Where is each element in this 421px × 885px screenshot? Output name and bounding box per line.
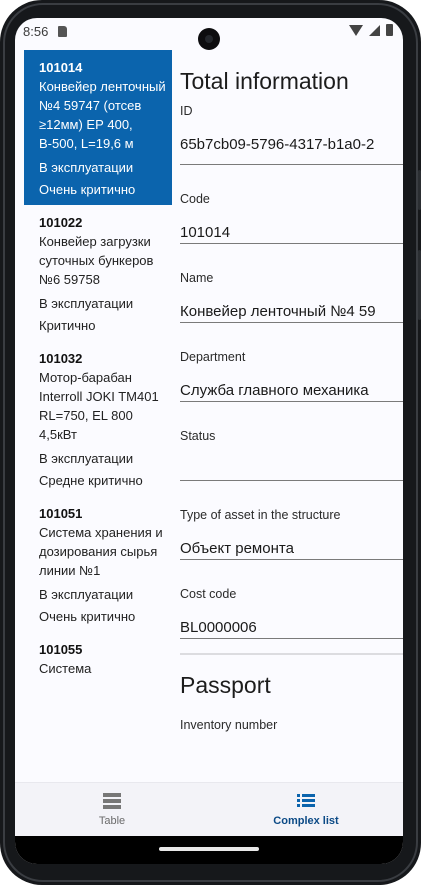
sd-card-icon xyxy=(58,26,67,37)
department-label: Department xyxy=(180,350,246,364)
nav-table-label: Table xyxy=(98,815,126,827)
item-criticality: Очень критично xyxy=(39,609,136,624)
item-code: 101051 xyxy=(39,506,83,521)
inventory-number-label: Inventory number xyxy=(180,718,278,732)
name-field[interactable]: Name Конвейер ленточный №4 59 xyxy=(180,244,403,323)
name-label: Name xyxy=(180,271,214,285)
list-item[interactable]: 101022 Конвейер загрузки суточных бункер… xyxy=(24,205,172,341)
item-name: Мотор-барабан Interroll JOKI TM401 RL=75… xyxy=(39,370,159,442)
item-name: Конвейер загрузки суточных бункеров №6 5… xyxy=(39,234,161,287)
front-camera xyxy=(198,28,220,50)
list-item[interactable]: 101032 Мотор-барабан Interroll JOKI TM40… xyxy=(24,341,172,496)
status-icons xyxy=(349,24,393,36)
id-field[interactable]: ID 65b7cb09-5796-4317-b1a0-2 xyxy=(180,95,403,165)
asset-list[interactable]: 101014 Конвейер ленточный №4 59747 (отсе… xyxy=(24,50,172,782)
item-criticality: Критично xyxy=(39,318,96,333)
cost-code-value: BL0000006 xyxy=(180,619,257,636)
nav-table[interactable]: Table xyxy=(15,783,209,836)
name-value: Конвейер ленточный №4 59 xyxy=(180,303,376,320)
status-field[interactable]: Status xyxy=(180,402,403,481)
nav-complex-list-label: Complex list xyxy=(273,815,339,827)
total-information-title: Total information xyxy=(180,68,349,94)
asset-type-label: Type of asset in the structure xyxy=(180,508,341,522)
signal-icon xyxy=(369,24,380,36)
item-status: В эксплуатации xyxy=(39,451,134,466)
id-label: ID xyxy=(180,104,193,118)
status-bar: 8:56 xyxy=(15,18,403,50)
list-icon xyxy=(297,793,315,809)
asset-type-value: Объект ремонта xyxy=(180,540,294,557)
code-field[interactable]: Code 101014 xyxy=(180,165,403,244)
department-field[interactable]: Department Служба главного механика xyxy=(180,323,403,402)
item-criticality: Средне критично xyxy=(39,473,143,488)
item-status: В эксплуатации xyxy=(39,160,134,175)
item-code: 101014 xyxy=(39,60,83,75)
department-value: Служба главного механика xyxy=(180,382,369,399)
cost-code-field[interactable]: Cost code BL0000006 xyxy=(180,560,403,639)
item-criticality: Очень критично xyxy=(39,182,136,197)
table-icon xyxy=(103,793,121,809)
status-time: 8:56 xyxy=(23,24,49,39)
list-item[interactable]: 101051 Система хранения и дозирования сы… xyxy=(24,496,172,632)
gesture-area xyxy=(15,836,403,864)
detail-panel[interactable]: Total information ID 65b7cb09-5796-4317-… xyxy=(180,50,403,782)
screen: 8:56 101014 Конвейер ленточный №4 59747 … xyxy=(15,18,403,864)
asset-type-field[interactable]: Type of asset in the structure Объект ре… xyxy=(180,481,403,560)
item-status: В эксплуатации xyxy=(39,296,134,311)
item-code: 101032 xyxy=(39,351,83,366)
item-status: В эксплуатации xyxy=(39,587,134,602)
item-code: 101022 xyxy=(39,215,83,230)
home-gesture-handle[interactable] xyxy=(159,847,259,851)
item-code: 101055 xyxy=(39,642,83,657)
phone-frame: 8:56 101014 Конвейер ленточный №4 59747 … xyxy=(0,0,421,885)
id-value: 65b7cb09-5796-4317-b1a0-2 xyxy=(180,136,375,153)
list-item[interactable]: 101055 Система xyxy=(24,632,172,691)
item-name: Система xyxy=(39,661,92,676)
nav-complex-list[interactable]: Complex list xyxy=(209,783,403,836)
list-item[interactable]: 101014 Конвейер ленточный №4 59747 (отсе… xyxy=(24,50,172,205)
bottom-navigation: Table Complex list xyxy=(15,782,403,836)
code-label: Code xyxy=(180,192,210,206)
cost-code-label: Cost code xyxy=(180,587,237,601)
status-label: Status xyxy=(180,429,216,443)
code-value: 101014 xyxy=(180,224,231,241)
passport-title: Passport xyxy=(180,672,271,698)
section-divider xyxy=(180,653,403,655)
item-name: Конвейер ленточный №4 59747 (отсев ≥12мм… xyxy=(39,79,166,151)
wifi-icon xyxy=(349,24,363,36)
battery-icon xyxy=(386,24,393,36)
item-name: Система хранения и дозирования сырья лин… xyxy=(39,525,163,578)
